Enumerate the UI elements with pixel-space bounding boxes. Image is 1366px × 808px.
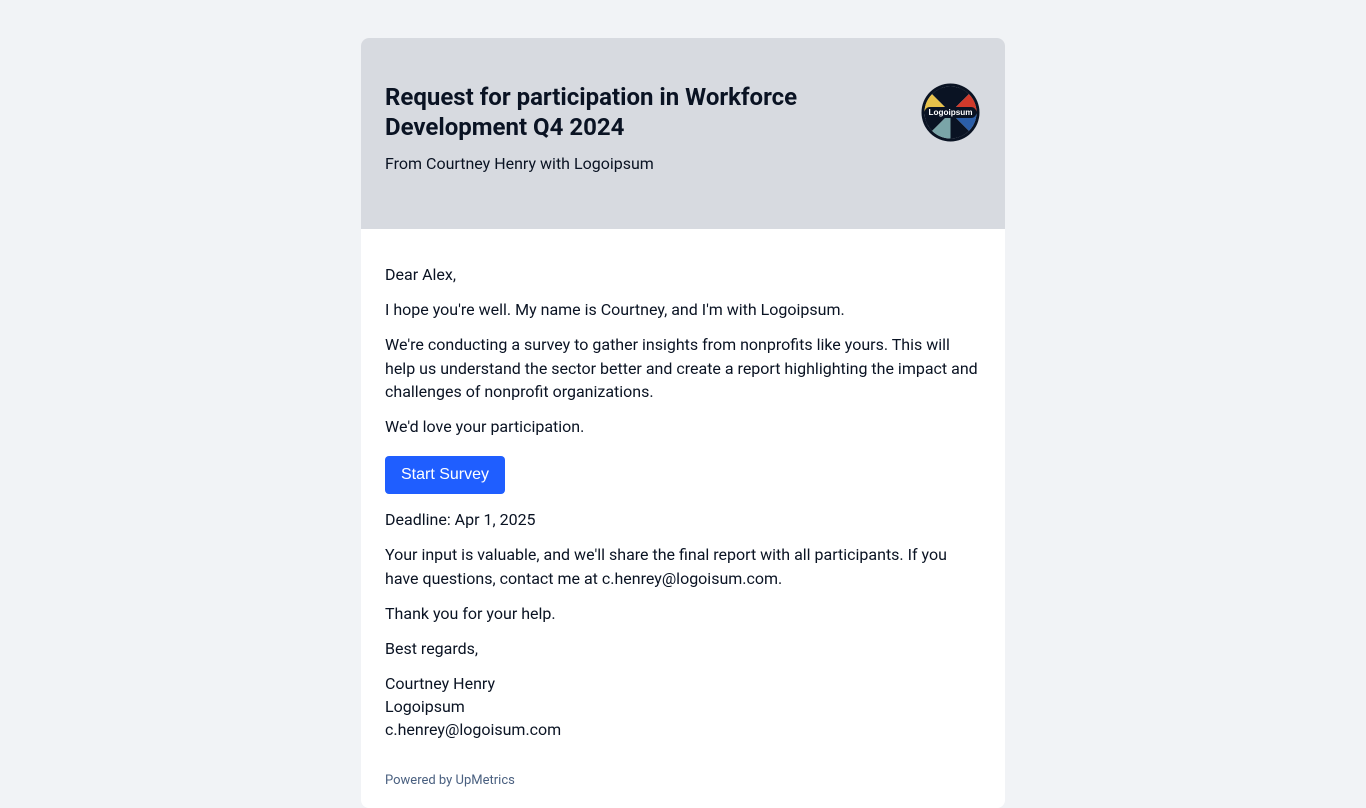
signature-name: Courtney Henry (385, 672, 981, 695)
intro-paragraph: I hope you're well. My name is Courtney,… (385, 298, 981, 321)
email-title: Request for participation in Workforce D… (385, 82, 900, 142)
signature-org: Logoipsum (385, 695, 981, 718)
description-paragraph: We're conducting a survey to gather insi… (385, 333, 981, 403)
email-body: Dear Alex, I hope you're well. My name i… (361, 229, 1005, 808)
greeting: Dear Alex, (385, 263, 981, 286)
header-text-block: Request for participation in Workforce D… (385, 82, 900, 173)
deadline-text: Deadline: Apr 1, 2025 (385, 508, 981, 531)
followup-paragraph: Your input is valuable, and we'll share … (385, 543, 981, 589)
signature-block: Courtney Henry Logoipsum c.henrey@logois… (385, 672, 981, 742)
powered-by-link[interactable]: Powered by UpMetrics (385, 772, 981, 791)
email-header: Request for participation in Workforce D… (361, 38, 1005, 229)
email-card: Request for participation in Workforce D… (361, 38, 1005, 808)
org-logo-icon: Logoipsum (920, 82, 981, 143)
ask-paragraph: We'd love your participation. (385, 415, 981, 438)
regards-line: Best regards, (385, 637, 981, 660)
thanks-paragraph: Thank you for your help. (385, 602, 981, 625)
signature-email: c.henrey@logoisum.com (385, 718, 981, 741)
svg-text:Logoipsum: Logoipsum (928, 108, 972, 117)
start-survey-button[interactable]: Start Survey (385, 456, 505, 494)
email-from: From Courtney Henry with Logoipsum (385, 154, 900, 173)
